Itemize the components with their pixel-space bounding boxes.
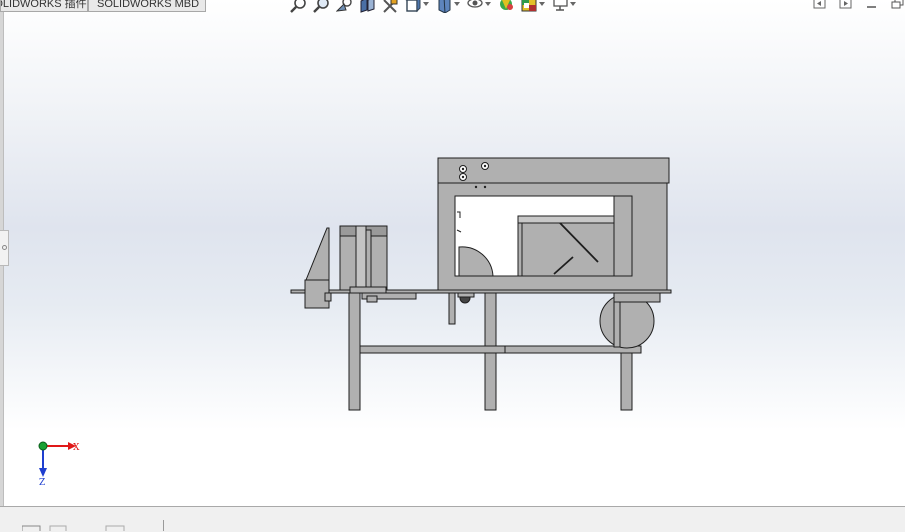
reference-triad: X Z: [30, 436, 85, 488]
left-feed-guide: [305, 227, 330, 283]
status-bar-divider: [163, 520, 164, 531]
table-leg-left: [348, 292, 361, 411]
triad-origin: [38, 441, 48, 451]
inner-carriage: [517, 215, 616, 277]
assembly-model[interactable]: [0, 0, 905, 506]
main-housing-top: [437, 157, 670, 184]
housing-side-post: [613, 195, 633, 277]
table-stretcher-bar: [359, 345, 642, 354]
model-tabs-strip[interactable]: [22, 525, 152, 531]
center-bracket: [448, 292, 456, 325]
triad-z-label: Z: [39, 478, 45, 488]
triad-x-label: X: [73, 443, 80, 453]
wheel-bracket: [613, 292, 661, 303]
